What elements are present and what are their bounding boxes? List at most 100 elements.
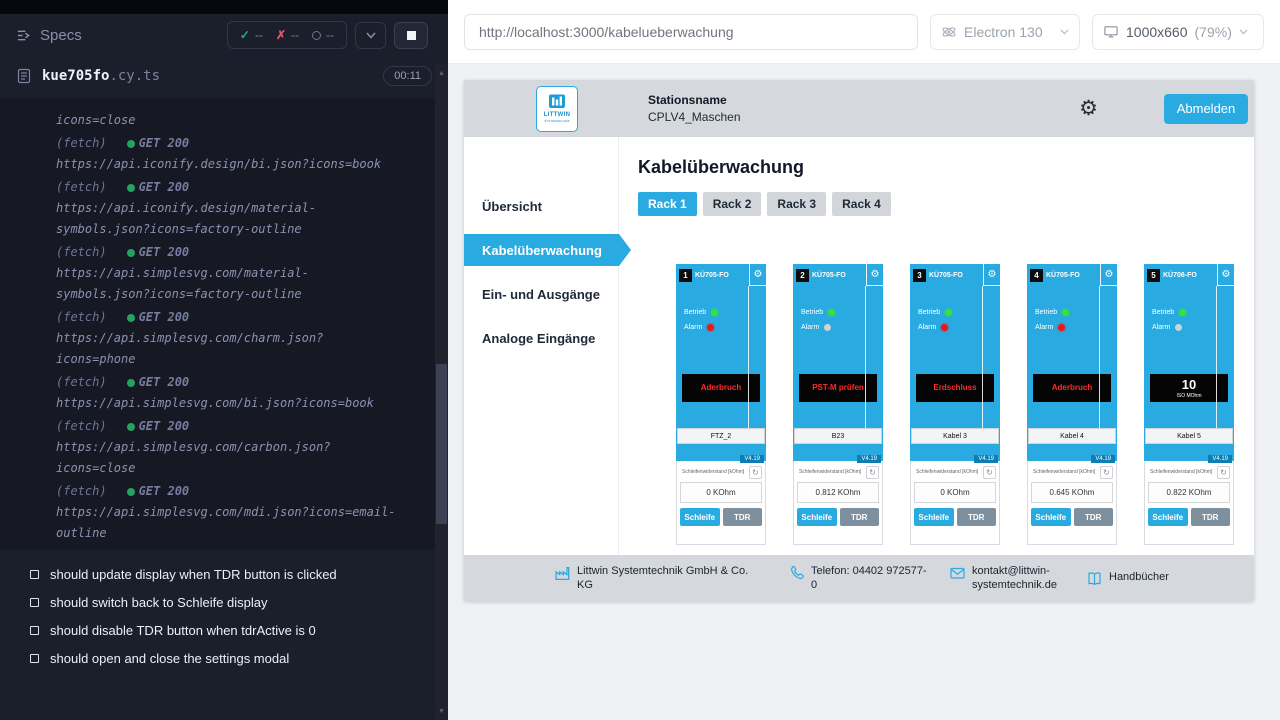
window-top-strip [0, 0, 448, 14]
browser-select[interactable]: Electron 130 [930, 14, 1080, 50]
refresh-icon[interactable]: ↻ [983, 466, 996, 479]
card-settings-icon[interactable]: ⚙ [983, 264, 1000, 286]
footer-phone: Telefon: 04402 972577-0 [789, 564, 927, 593]
network-log-entry[interactable]: (fetch)GET 200 https://api.iconify.desig… [56, 133, 428, 175]
runner-scrollbar[interactable]: ▲ ▼ [435, 64, 448, 720]
status-dot-icon [127, 379, 135, 387]
tab-rack-1[interactable]: Rack 1 [638, 192, 697, 216]
device-model: KÜ705-FO [929, 272, 963, 279]
url-bar[interactable]: http://localhost:3000/kabelueberwachung [464, 14, 918, 50]
firmware-version: V4.19 [1091, 455, 1115, 463]
network-log-entry[interactable]: icons=close [56, 110, 428, 131]
tab-rack-3[interactable]: Rack 3 [767, 192, 826, 216]
settings-gear-icon[interactable]: ⚙ [1079, 98, 1098, 119]
test-item[interactable]: should disable TDR button when tdrActive… [0, 616, 448, 644]
device-number: 1 [679, 269, 692, 282]
station-label: Stationsname [648, 93, 741, 107]
test-state-icon [30, 598, 39, 607]
sidebar-item-analoge-eingaenge[interactable]: Analoge Eingänge [464, 316, 618, 360]
sidebar-item-uebersicht[interactable]: Übersicht [464, 184, 618, 228]
network-log-entry[interactable]: (fetch)GET 200 https://api.simplesvg.com… [56, 242, 428, 305]
sidebar-item-kabelueberwachung[interactable]: Kabelüberwachung [464, 234, 631, 266]
network-log-entry[interactable]: (fetch)GET 200 https://api.iconify.desig… [56, 177, 428, 240]
page-title: Kabelüberwachung [638, 157, 1254, 178]
schleife-button[interactable]: Schleife [680, 508, 720, 526]
schleife-button[interactable]: Schleife [1031, 508, 1071, 526]
stop-icon [407, 31, 416, 40]
tdr-button[interactable]: TDR [723, 508, 763, 526]
fetch-label: (fetch) [56, 136, 107, 150]
cable-name: Kabel 4 [1028, 428, 1116, 444]
factory-icon [554, 565, 571, 582]
stop-button[interactable] [394, 22, 428, 49]
alarm-led [1058, 324, 1065, 331]
firmware-version: V4.19 [857, 455, 881, 463]
stat-failed: ✗ -- [276, 28, 299, 42]
card-settings-icon[interactable]: ⚙ [1217, 264, 1234, 286]
schleife-button[interactable]: Schleife [797, 508, 837, 526]
cable-name: B23 [794, 428, 882, 444]
fetch-label: (fetch) [56, 245, 107, 259]
test-state-icon [30, 570, 39, 579]
schleife-button[interactable]: Schleife [914, 508, 954, 526]
measurement-value: 0.822 KOhm [1148, 482, 1230, 503]
browser-label: Electron 130 [964, 24, 1053, 40]
aut-area: http://localhost:3000/kabelueberwachung … [448, 0, 1280, 720]
cable-name: Kabel 3 [911, 428, 999, 444]
test-list: should update display when TDR button is… [0, 550, 448, 672]
device-number: 4 [1030, 269, 1043, 282]
chevron-down-icon [1239, 29, 1248, 35]
collapse-button[interactable] [355, 22, 386, 49]
littwin-app: LITTWIN SYSTEMTECHNIK Stationsname CPLV4… [464, 80, 1254, 601]
network-log-entry[interactable]: (fetch)GET 200 https://api.simplesvg.com… [56, 372, 428, 414]
test-item[interactable]: should open and close the settings modal [0, 644, 448, 672]
tab-rack-4[interactable]: Rack 4 [832, 192, 891, 216]
device-model: KÜ705-FO [695, 272, 729, 279]
footer-manuals[interactable]: Handbücher [1086, 570, 1169, 587]
device-number: 5 [1147, 269, 1160, 282]
tdr-button[interactable]: TDR [840, 508, 880, 526]
card-settings-icon[interactable]: ⚙ [866, 264, 883, 286]
test-item[interactable]: should switch back to Schleife display [0, 588, 448, 616]
device-card-4: 4 KÜ705-FO ⚙ Betrieb Alarm [1027, 264, 1117, 545]
network-log-entry[interactable]: (fetch)GET 200 https://api.simplesvg.com… [56, 416, 428, 479]
fetch-label: (fetch) [56, 484, 107, 498]
cypress-runner-panel: Specs ✓ -- ✗ -- -- [0, 0, 448, 720]
littwin-logo: LITTWIN SYSTEMTECHNIK [536, 86, 578, 132]
firmware-version: V4.19 [1208, 455, 1232, 463]
scroll-up-icon[interactable]: ▲ [435, 66, 448, 80]
network-log-entry[interactable]: (fetch)GET 200 https://api.simplesvg.com… [56, 481, 428, 544]
status-dot-icon [127, 184, 135, 192]
spec-name: kue705fo.cy.ts [42, 68, 160, 84]
spec-header: kue705fo.cy.ts 00:11 [0, 56, 448, 98]
test-item[interactable]: should update display when TDR button is… [0, 560, 448, 588]
betrieb-led [1179, 309, 1186, 316]
refresh-icon[interactable]: ↻ [1217, 466, 1230, 479]
tdr-button[interactable]: TDR [1191, 508, 1231, 526]
chevron-down-icon [366, 32, 376, 39]
specs-toggle[interactable]: Specs [16, 27, 82, 44]
fetch-label: (fetch) [56, 419, 107, 433]
status-dot-icon [127, 249, 135, 257]
viewport-select[interactable]: 1000x660 (79%) [1092, 14, 1264, 50]
device-card-2: 2 KÜ705-FO ⚙ Betrieb Alarm [793, 264, 883, 545]
card-settings-icon[interactable]: ⚙ [1100, 264, 1117, 286]
tdr-button[interactable]: TDR [1074, 508, 1114, 526]
refresh-icon[interactable]: ↻ [866, 466, 879, 479]
schleife-button[interactable]: Schleife [1148, 508, 1188, 526]
card-settings-icon[interactable]: ⚙ [749, 264, 766, 286]
alarm-led [1175, 324, 1182, 331]
scrollbar-thumb[interactable] [436, 364, 447, 524]
tab-rack-2[interactable]: Rack 2 [703, 192, 762, 216]
scroll-down-icon[interactable]: ▼ [435, 704, 448, 718]
tdr-button[interactable]: TDR [957, 508, 997, 526]
measurement-value: 0.645 KOhm [1031, 482, 1113, 503]
refresh-icon[interactable]: ↻ [1100, 466, 1113, 479]
sidebar-item-ein-und-ausgaenge[interactable]: Ein- und Ausgänge [464, 272, 618, 316]
test-state-icon [30, 626, 39, 635]
viewport-icon [1103, 24, 1119, 39]
station-info: Stationsname CPLV4_Maschen [648, 93, 741, 124]
network-log-entry[interactable]: (fetch)GET 200 https://api.simplesvg.com… [56, 307, 428, 370]
refresh-icon[interactable]: ↻ [749, 466, 762, 479]
logout-button[interactable]: Abmelden [1164, 94, 1248, 124]
